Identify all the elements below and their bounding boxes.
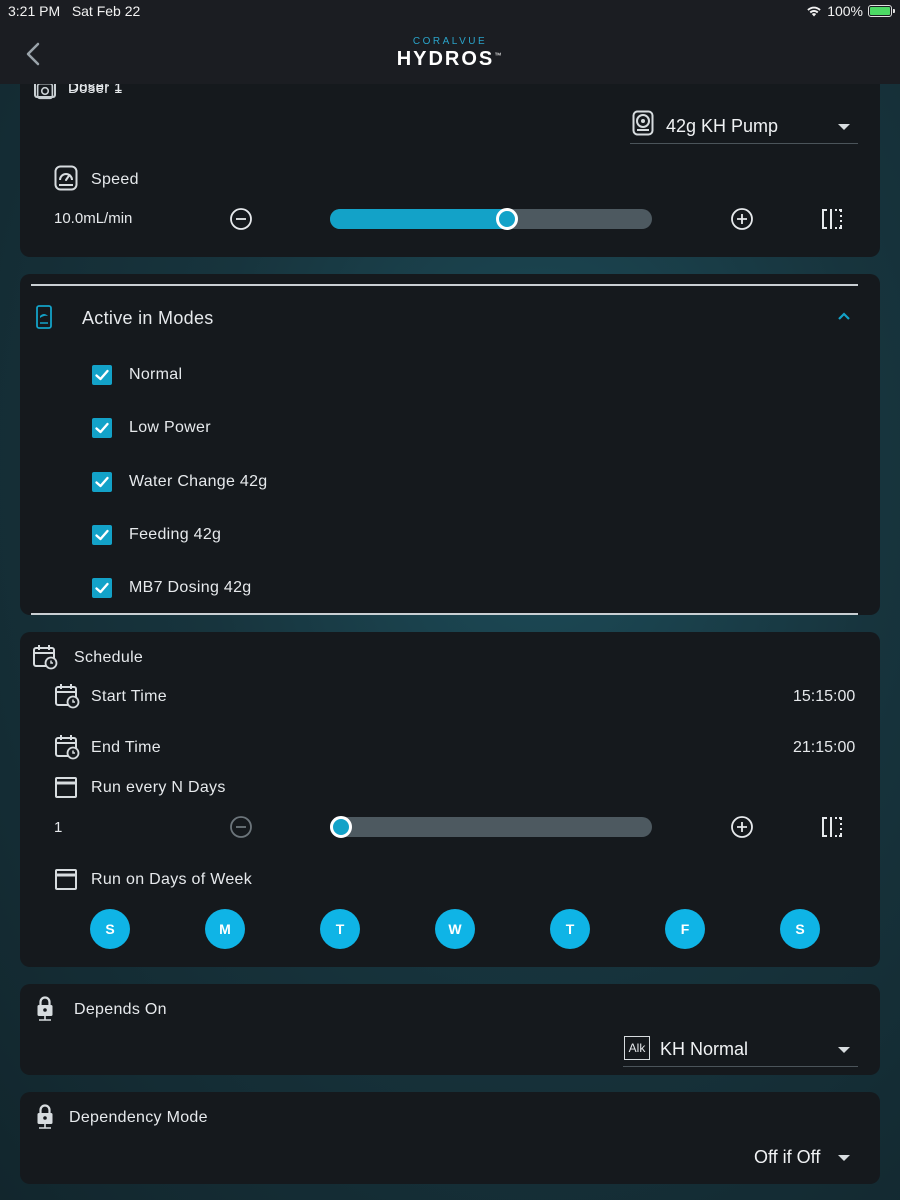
- mode-label: Feeding 42g: [129, 525, 222, 543]
- mode-checkbox[interactable]: [92, 471, 112, 492]
- app-logo: CORALVUE HYDROS™: [380, 36, 520, 71]
- calendar-clock-icon: [55, 735, 80, 760]
- nav-bar-overlay: CORALVUE HYDROS™: [0, 22, 900, 84]
- start-time-value[interactable]: 15:15:00: [793, 688, 855, 706]
- minus-circle-icon[interactable]: [229, 207, 253, 231]
- depends-on-title: Depends On: [74, 1001, 167, 1018]
- mode-label: Normal: [129, 366, 183, 383]
- logo-brand: CORALVUE: [412, 36, 488, 47]
- check-icon: [95, 582, 109, 594]
- doser-title-strip: Doser 1: [20, 84, 880, 98]
- check-icon: [95, 423, 109, 434]
- day-toggle[interactable]: T: [320, 909, 360, 949]
- split-view-icon[interactable]: [820, 815, 844, 839]
- calendar-icon: [55, 869, 77, 890]
- schedule-card: Schedule Start Time 15:15:00 End Time 21…: [20, 632, 880, 967]
- mode-checkbox[interactable]: [92, 418, 112, 439]
- modes-divider-bottom: [31, 613, 858, 615]
- day-toggle[interactable]: M: [205, 909, 245, 949]
- calendar-clock-icon: [55, 684, 80, 709]
- end-time-label: End Time: [91, 739, 161, 756]
- status-time: 3:21 PM Sat Feb 22: [8, 3, 141, 19]
- logo-product: HYDROS™: [396, 48, 504, 70]
- mode-item[interactable]: Feeding 42g: [92, 524, 592, 546]
- mode-item[interactable]: Normal: [92, 364, 592, 386]
- mode-label: Water Change 42g: [129, 472, 268, 490]
- mode-phone-icon: [36, 305, 52, 329]
- chevron-left-icon[interactable]: [22, 40, 46, 68]
- run-every-value: 1: [54, 819, 63, 836]
- mode-checkbox[interactable]: [92, 524, 112, 545]
- end-time-value[interactable]: 21:15:00: [793, 739, 855, 757]
- depends-on-select[interactable]: Alk KH Normal: [623, 1034, 858, 1067]
- pump-select-value: 42g KH Pump: [666, 116, 779, 136]
- speed-slider[interactable]: [330, 209, 652, 229]
- dependency-mode-select[interactable]: Off if Off: [746, 1142, 858, 1174]
- modes-card: Active in Modes Normal Low Power Water Cha…: [20, 274, 880, 615]
- speed-slider-thumb[interactable]: [496, 208, 519, 230]
- modes-divider-top: [31, 284, 858, 286]
- plus-circle-icon[interactable]: [730, 815, 754, 839]
- minus-circle-icon[interactable]: [229, 815, 253, 839]
- check-icon: [95, 529, 109, 541]
- mode-label: MB7 Dosing 42g: [129, 579, 252, 597]
- pump-icon: [632, 110, 654, 136]
- mode-checkbox[interactable]: [92, 578, 112, 599]
- chevron-up-icon[interactable]: [836, 310, 852, 322]
- battery-charging-icon: [868, 5, 895, 17]
- chevron-down-icon: [838, 1155, 850, 1161]
- check-icon: [95, 369, 109, 381]
- run-every-slider[interactable]: [330, 817, 652, 837]
- day-toggle[interactable]: S: [780, 909, 820, 949]
- chevron-down-icon: [838, 124, 850, 130]
- speed-slider-fill: [330, 209, 508, 229]
- battery-percent: 100%: [827, 3, 863, 19]
- wifi-icon: [807, 6, 821, 17]
- status-date: Sat Feb 22: [71, 3, 141, 19]
- calendar-icon: [55, 777, 77, 798]
- start-time-label: Start Time: [91, 688, 167, 705]
- mode-checkbox[interactable]: [92, 365, 112, 385]
- mode-item[interactable]: Water Change 42g: [92, 471, 592, 493]
- dependency-mode-card: Dependency Mode Off if Off: [20, 1092, 880, 1184]
- speed-label: Speed: [91, 171, 139, 188]
- dependency-mode-title: Dependency Mode: [69, 1109, 208, 1126]
- gauge-icon: [54, 165, 78, 191]
- pump-icon: [34, 84, 56, 98]
- day-toggle[interactable]: T: [550, 909, 590, 949]
- depends-on-card: Depends On Alk KH Normal: [20, 984, 880, 1075]
- status-right: 100%: [806, 3, 895, 19]
- day-toggle[interactable]: S: [90, 909, 130, 949]
- day-toggle[interactable]: W: [435, 909, 475, 949]
- chevron-down-icon: [838, 1047, 850, 1053]
- schedule-title: Schedule: [74, 649, 144, 666]
- mode-item[interactable]: Low Power: [92, 417, 592, 439]
- dependency-mode-select-value: Off if Off: [754, 1147, 821, 1167]
- doser-title: Doser 1: [68, 84, 123, 95]
- run-every-slider-thumb[interactable]: [330, 816, 352, 838]
- split-view-icon[interactable]: [820, 207, 844, 231]
- mode-item[interactable]: MB7 Dosing 42g: [92, 577, 592, 599]
- modes-title: Active in Modes: [82, 308, 214, 328]
- status-bar: 3:21 PM Sat Feb 22 100%: [0, 0, 900, 22]
- lock-icon: [37, 996, 53, 1021]
- depends-on-select-value: KH Normal: [660, 1039, 749, 1059]
- mode-label: Low Power: [129, 419, 211, 437]
- alk-badge: Alk: [624, 1036, 650, 1060]
- days-of-week-label: Run on Days of Week: [91, 871, 253, 888]
- pump-select[interactable]: 42g KH Pump: [630, 108, 858, 144]
- speed-value: 10.0mL/min: [54, 210, 133, 227]
- calendar-clock-icon: [33, 645, 58, 670]
- run-every-label: Run every N Days: [91, 779, 226, 796]
- lock-icon: [37, 1104, 53, 1129]
- day-toggle[interactable]: F: [665, 909, 705, 949]
- plus-circle-icon[interactable]: [730, 207, 754, 231]
- check-icon: [95, 476, 109, 487]
